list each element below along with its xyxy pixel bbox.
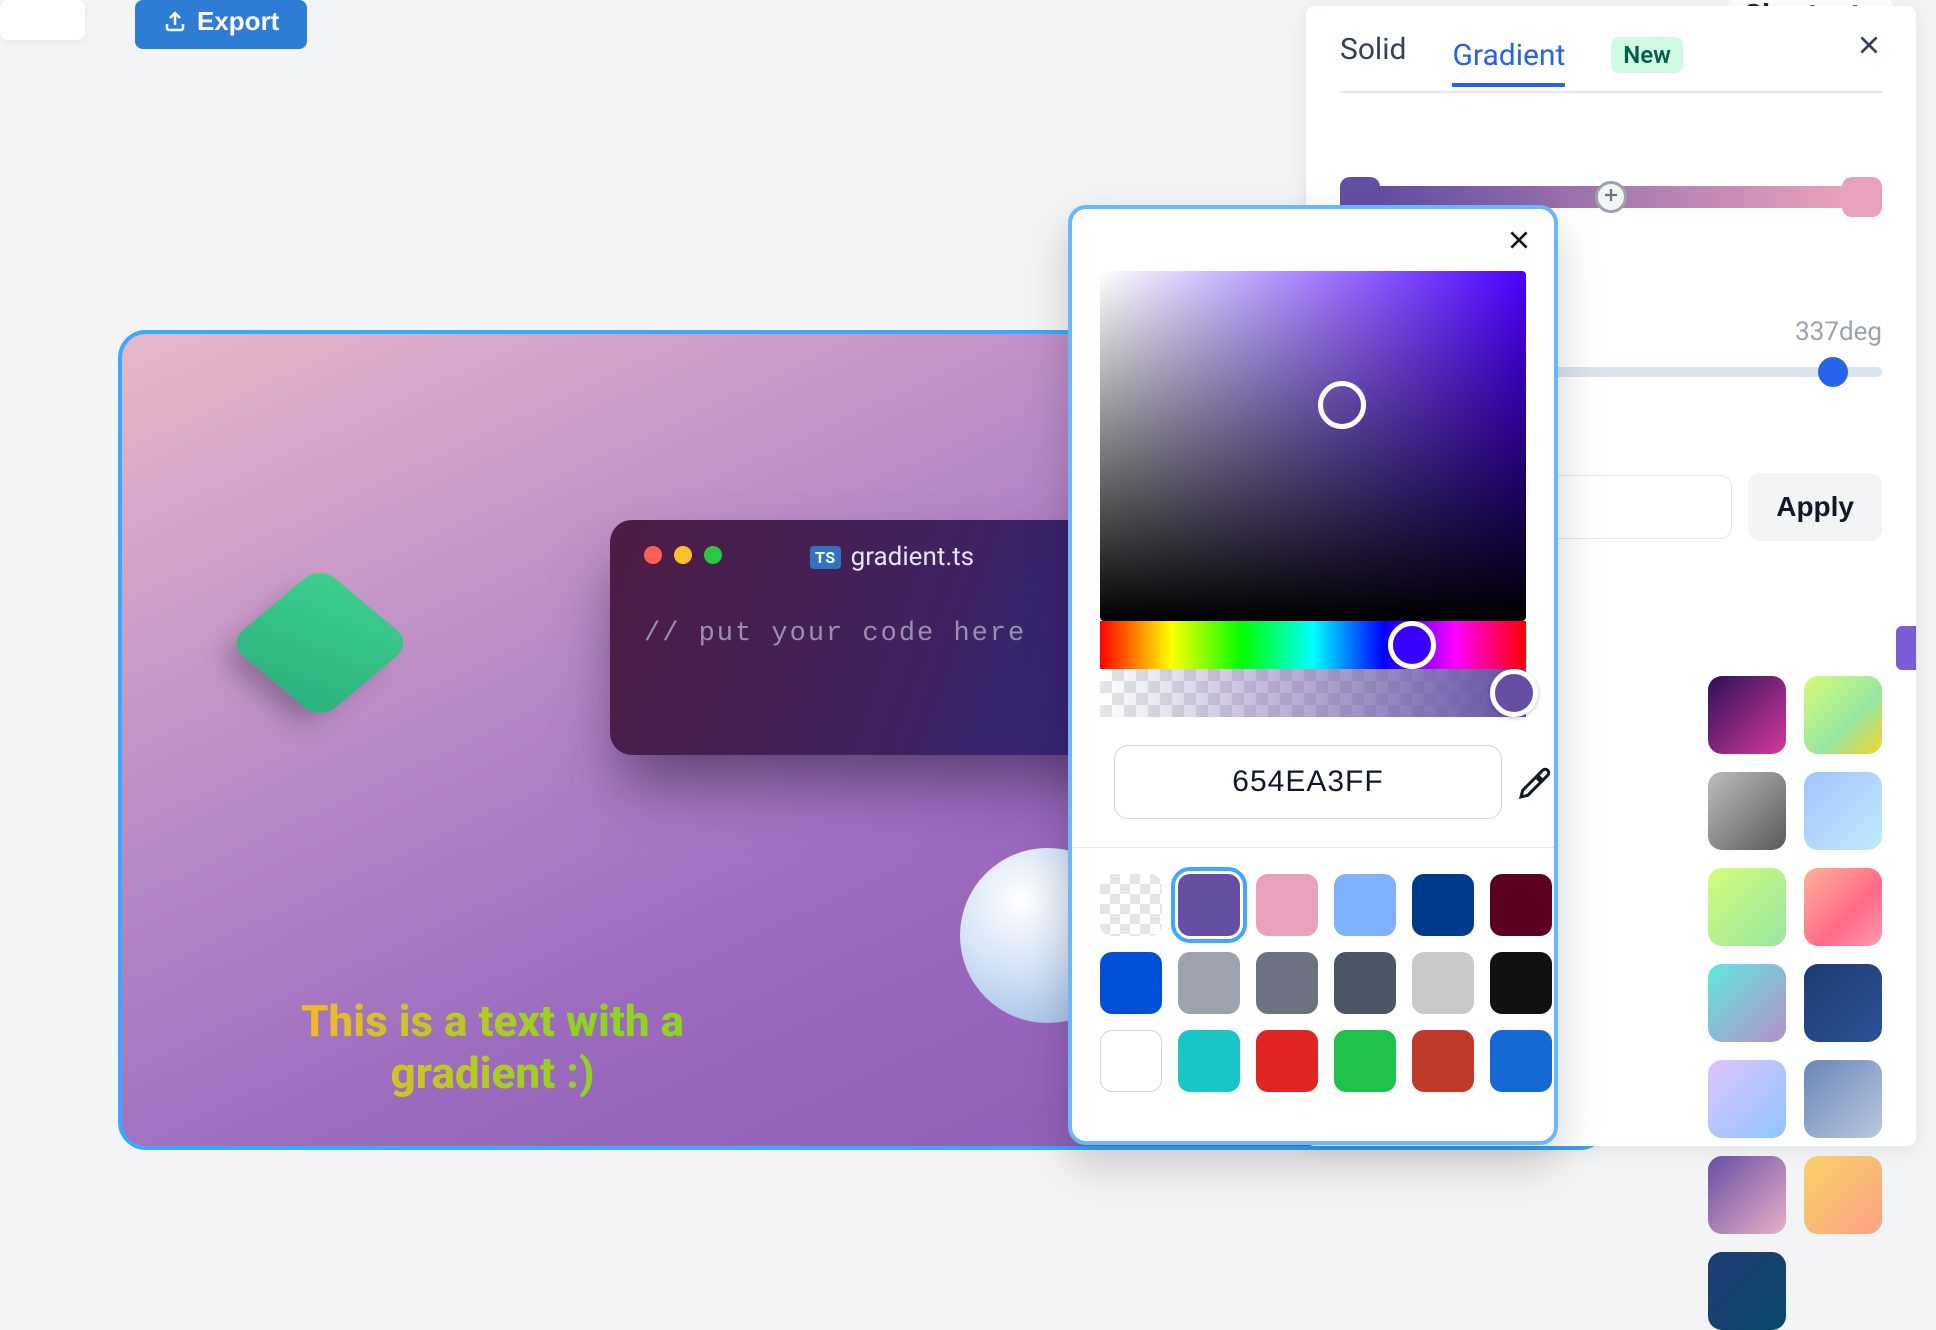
eyedropper-button[interactable] <box>1516 762 1556 802</box>
color-swatch[interactable] <box>1100 952 1162 1014</box>
gradient-text-sample[interactable]: This is a text with a gradient :) <box>270 995 715 1099</box>
gradient-preset[interactable] <box>1804 676 1882 754</box>
gradient-preset[interactable] <box>1804 772 1882 850</box>
color-swatch[interactable] <box>1334 874 1396 936</box>
hue-slider[interactable] <box>1100 621 1526 669</box>
color-swatch[interactable] <box>1490 874 1552 936</box>
color-swatch[interactable] <box>1178 1030 1240 1092</box>
gradient-preset[interactable] <box>1804 868 1882 946</box>
color-swatch[interactable] <box>1490 952 1552 1014</box>
gradient-preset[interactable] <box>1708 676 1786 754</box>
gradient-preset[interactable] <box>1708 1156 1786 1234</box>
color-picker-popover <box>1068 205 1558 1145</box>
color-swatch[interactable] <box>1100 1030 1162 1092</box>
picker-separator <box>1072 847 1554 848</box>
gradient-add-stop[interactable] <box>1595 181 1627 213</box>
sv-cursor[interactable] <box>1318 381 1366 429</box>
color-swatch[interactable] <box>1256 952 1318 1014</box>
window-close-icon[interactable] <box>644 546 662 564</box>
close-icon <box>1506 227 1532 253</box>
gradient-stop-right[interactable] <box>1842 177 1882 217</box>
tab-gradient[interactable]: Gradient <box>1452 38 1565 87</box>
gradient-preset[interactable] <box>1708 964 1786 1042</box>
angle-knob[interactable] <box>1818 357 1848 387</box>
export-label: Export <box>197 6 279 37</box>
badge-new: New <box>1611 37 1683 73</box>
window-maximize-icon[interactable] <box>704 546 722 564</box>
export-icon <box>163 10 187 34</box>
gradient-preset[interactable] <box>1708 1060 1786 1138</box>
plus-icon <box>1602 186 1620 204</box>
panel-close-button[interactable] <box>1856 32 1882 65</box>
diamond-icon <box>228 566 413 721</box>
color-swatch[interactable] <box>1412 952 1474 1014</box>
gradient-preset[interactable] <box>1708 1252 1786 1330</box>
gradient-preset[interactable] <box>1708 868 1786 946</box>
eyedropper-icon <box>1516 762 1556 802</box>
window-minimize-icon[interactable] <box>674 546 692 564</box>
export-button[interactable]: Export <box>135 0 307 49</box>
gradient-preset[interactable] <box>1708 772 1786 850</box>
ts-icon: TS <box>810 546 841 569</box>
color-swatch[interactable] <box>1178 952 1240 1014</box>
diamond-shape[interactable] <box>245 553 395 733</box>
saturation-value-area[interactable] <box>1100 271 1526 621</box>
hue-knob[interactable] <box>1388 621 1436 669</box>
selected-gradient-peek <box>1896 626 1916 670</box>
color-swatch[interactable] <box>1334 952 1396 1014</box>
color-swatch[interactable] <box>1256 874 1318 936</box>
gradient-presets-grid <box>1708 676 1882 1330</box>
tab-solid[interactable]: Solid <box>1340 32 1406 77</box>
color-swatch[interactable] <box>1256 1030 1318 1092</box>
swatch-grid <box>1100 874 1526 1092</box>
file-tab[interactable]: TS gradient.ts <box>810 542 974 572</box>
color-swatch[interactable] <box>1100 874 1162 936</box>
apply-button[interactable]: Apply <box>1748 473 1882 541</box>
hex-input[interactable] <box>1114 745 1502 819</box>
gradient-preset[interactable] <box>1804 964 1882 1042</box>
alpha-knob[interactable] <box>1490 669 1538 717</box>
close-icon <box>1856 32 1882 58</box>
gradient-preset[interactable] <box>1804 1060 1882 1138</box>
picker-close-button[interactable] <box>1506 227 1532 261</box>
color-swatch[interactable] <box>1412 1030 1474 1092</box>
file-name: gradient.ts <box>851 542 974 572</box>
color-swatch[interactable] <box>1178 874 1240 936</box>
angle-value: 337deg <box>1795 317 1882 347</box>
alpha-slider[interactable] <box>1100 669 1526 717</box>
app-corner-chip <box>0 0 85 40</box>
color-swatch[interactable] <box>1412 874 1474 936</box>
color-swatch[interactable] <box>1334 1030 1396 1092</box>
color-swatch[interactable] <box>1490 1030 1552 1092</box>
gradient-preset[interactable] <box>1804 1156 1882 1234</box>
